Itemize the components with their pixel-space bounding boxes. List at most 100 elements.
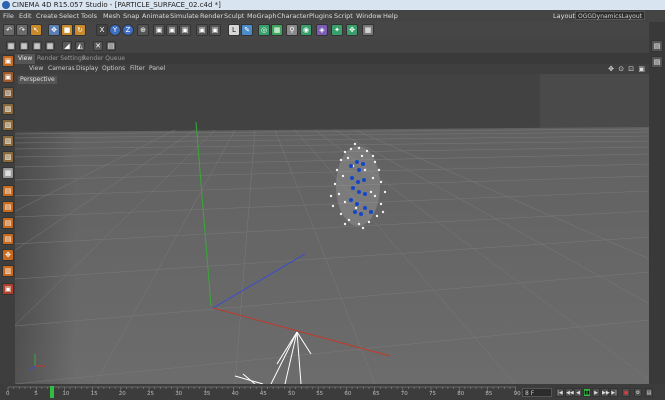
menu-mesh[interactable]: Mesh — [103, 10, 120, 22]
array-icon[interactable]: ▦ — [271, 24, 283, 36]
3d-viewport[interactable]: Perspective — [15, 74, 649, 384]
nurbs-icon[interactable]: ◎ — [258, 24, 270, 36]
hair-icon[interactable]: ▥ — [2, 265, 14, 277]
plugin-icon[interactable]: ▦ — [362, 24, 374, 36]
menu-character[interactable]: Character — [277, 10, 309, 22]
points-mode-icon[interactable]: ▦ — [6, 41, 16, 51]
environment-icon[interactable]: ◉ — [300, 24, 312, 36]
tweak-mode-icon[interactable]: ✕ — [93, 41, 103, 51]
layout-dropdown[interactable]: OGGDynamicsLayout — [575, 11, 645, 20]
menu-create[interactable]: Create — [36, 10, 58, 22]
y-axis-lock-icon[interactable]: Y — [109, 24, 121, 36]
edges-mode-icon[interactable]: ▦ — [19, 41, 29, 51]
uv-mode-icon[interactable]: ▦ — [45, 41, 55, 51]
goto-start-button[interactable]: |◀ — [556, 388, 564, 397]
z-axis-lock-icon[interactable]: Z — [122, 24, 134, 36]
enable-axis-icon[interactable]: ◭ — [75, 41, 85, 51]
points-tool-icon[interactable]: ▧ — [2, 119, 14, 131]
sculpt-icon[interactable]: ▤ — [2, 185, 14, 197]
cube-object-icon[interactable]: ▣ — [196, 24, 208, 36]
menu-script[interactable]: Script — [334, 10, 353, 22]
menu-tools[interactable]: Tools — [81, 10, 97, 22]
timeline-tick-label: 70 — [400, 391, 408, 397]
rotate-tool-icon[interactable]: ↻ — [74, 24, 86, 36]
live-selection-icon[interactable]: ↖ — [30, 24, 42, 36]
play-button[interactable]: ▶ — [592, 388, 600, 397]
uv-edit-icon[interactable]: ▤ — [2, 233, 14, 245]
model-mode-icon[interactable]: ▣ — [2, 55, 14, 67]
xpresso-icon[interactable]: ▣ — [2, 283, 14, 295]
vpmenu-display[interactable]: Display — [76, 64, 98, 74]
timeline[interactable]: 0 5 10 15 20 25 30 35 40 45 50 55 60 65 70 75 80 85 90 8 F… — [0, 384, 665, 400]
x-axis-lock-icon[interactable]: X — [96, 24, 108, 36]
render-picture-viewer-icon[interactable]: ▣ — [166, 24, 178, 36]
bend-deformer-icon[interactable]: ▣ — [209, 24, 221, 36]
workplane-mode-icon[interactable]: ▧ — [2, 103, 14, 115]
next-key-button[interactable]: ▶▶ — [601, 388, 610, 397]
menu-mograph[interactable]: MoGraph — [247, 10, 277, 22]
menu-snap[interactable]: Snap — [123, 10, 139, 22]
vpmenu-view[interactable]: View — [29, 64, 43, 74]
main-toolbar: ↶ ↷ ↖ ✥ ■ ↻ X Y Z ⊕ ▣ ▣ ▣ ▣ ▣ L ✎ ◎ ▦ ⚲ … — [0, 22, 665, 39]
checker-icon[interactable]: ▦ — [2, 167, 14, 179]
vpmenu-filter[interactable]: Filter — [130, 64, 145, 74]
edges-tool-icon[interactable]: ▧ — [2, 135, 14, 147]
tab-view[interactable]: View — [15, 54, 36, 64]
edit-render-settings-icon[interactable]: ▣ — [179, 24, 191, 36]
vpmenu-panel[interactable]: Panel — [149, 64, 165, 74]
menu-edit[interactable]: Edit — [19, 10, 32, 22]
goto-end-button[interactable]: ▶| — [610, 388, 618, 397]
deformer-icon[interactable]: ⚲ — [286, 24, 298, 36]
pen-spline-icon[interactable]: ✎ — [241, 24, 253, 36]
menu-select[interactable]: Select — [59, 10, 79, 22]
move-tool-icon[interactable]: ✥ — [48, 24, 60, 36]
vpmenu-options[interactable]: Options — [102, 64, 125, 74]
workplane-icon[interactable]: ▤ — [106, 41, 116, 51]
redo-icon[interactable]: ↷ — [16, 24, 28, 36]
menu-file[interactable]: File — [3, 10, 14, 22]
coordinate-system-icon[interactable]: ⊕ — [137, 24, 149, 36]
tab-render-queue[interactable]: Render Queue — [79, 54, 128, 64]
lock-workplane-icon[interactable]: L — [228, 24, 240, 36]
layers-icon[interactable]: ▤ — [651, 56, 663, 68]
menu-sculpt[interactable]: Sculpt — [224, 10, 244, 22]
light-icon[interactable]: ✦ — [331, 24, 343, 36]
menu-render[interactable]: Render — [200, 10, 223, 22]
object-mode-icon[interactable]: ▣ — [2, 71, 14, 83]
viewport-nav-icons[interactable]: ✥ ⊙ ⊡ ▣ — [608, 64, 646, 74]
camera-icon[interactable]: ◈ — [316, 24, 328, 36]
polygons-mode-icon[interactable]: ▦ — [32, 41, 42, 51]
scene-icon[interactable]: ✥ — [346, 24, 358, 36]
menu-plugins[interactable]: Plugins — [309, 10, 332, 22]
menu-window[interactable]: Window — [356, 10, 382, 22]
scale-tool-icon[interactable]: ■ — [61, 24, 73, 36]
vpmenu-cameras[interactable]: Cameras — [48, 64, 75, 74]
timeline-options-button[interactable]: ▤ — [645, 388, 653, 397]
menu-bar: File Edit Create Select Tools Mesh Snap … — [0, 10, 665, 22]
record-button[interactable]: ● — [622, 388, 630, 397]
keyframe-settings-button[interactable]: ⚙ — [634, 388, 642, 397]
timeline-tick-label: 75 — [429, 391, 436, 397]
viewport-menu: View Cameras Display Options Filter Pane… — [15, 64, 649, 74]
paint-icon[interactable]: ▤ — [2, 201, 14, 213]
undo-icon[interactable]: ↶ — [3, 24, 15, 36]
texture-mode-icon[interactable]: ▧ — [2, 87, 14, 99]
menu-animate[interactable]: Animate — [142, 10, 169, 22]
snap-icon[interactable]: ◢ — [62, 41, 72, 51]
menu-simulate[interactable]: Simulate — [170, 10, 199, 22]
bodypaint-icon[interactable]: ▤ — [2, 217, 14, 229]
menu-help[interactable]: Help — [383, 10, 398, 22]
timeline-tick-label: 60 — [344, 391, 352, 397]
current-frame-field[interactable]: 8 F — [522, 388, 552, 397]
polygons-tool-icon[interactable]: ▧ — [2, 151, 14, 163]
pause-button[interactable]: ▮▮ — [583, 388, 591, 397]
step-back-button[interactable]: ◀ — [574, 388, 582, 397]
grid-snap-icon[interactable]: ✥ — [2, 249, 14, 261]
render-view-icon[interactable]: ▣ — [153, 24, 165, 36]
right-panel-strip: ▤ ▤ — [649, 22, 665, 385]
prev-key-button[interactable]: ◀◀ — [565, 388, 574, 397]
attributes-icon[interactable]: ▤ — [651, 40, 663, 52]
viewport-scene — [15, 74, 649, 384]
timeline-tick-label: 5 — [34, 391, 38, 397]
timeline-tick-label: 10 — [62, 391, 70, 397]
